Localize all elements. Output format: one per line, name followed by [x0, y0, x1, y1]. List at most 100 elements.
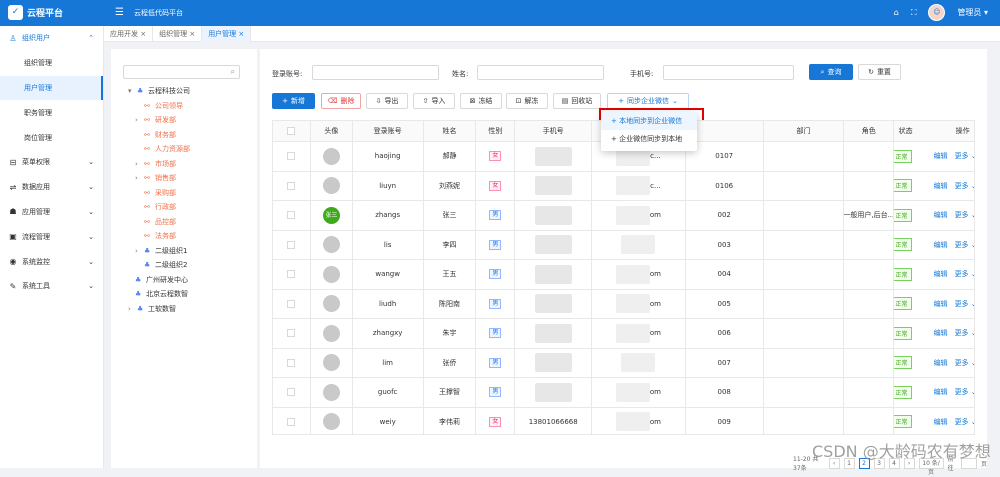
- employee-code-cell: 002: [686, 201, 764, 230]
- user-name[interactable]: 管理员 ▾: [957, 7, 988, 18]
- edit-link[interactable]: 编辑: [934, 269, 948, 279]
- tree-node[interactable]: ⚯ 法务部: [128, 229, 253, 244]
- tree-node[interactable]: › ⚯ 销售部: [128, 171, 253, 186]
- sidebar-item-post-management[interactable]: 岗位管理: [0, 125, 103, 150]
- select-all-checkbox[interactable]: [287, 127, 296, 135]
- row-checkbox[interactable]: [287, 388, 296, 397]
- row-checkbox[interactable]: [287, 181, 296, 190]
- status-badge: 正常: [894, 149, 912, 163]
- tree-node[interactable]: ⚯ 采购部: [128, 186, 253, 201]
- tree-node[interactable]: ⚯ 人力资源部: [128, 142, 253, 157]
- recycle-bin-button[interactable]: ▤ 回收站: [553, 93, 601, 109]
- sidebar-item-organization-user[interactable]: ♙ 组织用户 ⌃: [0, 26, 103, 51]
- fullscreen-icon[interactable]: ⛶: [911, 8, 917, 18]
- login-account-input[interactable]: [312, 65, 439, 80]
- table-row: 张三 zhangs 张三 男 om 002 一般用户,后台... 正常 编辑 更多 …: [273, 201, 974, 231]
- page-tabs: 应用开发 × 组织管理 × 用户管理 ×: [104, 26, 1000, 42]
- status-badge: 正常: [894, 415, 912, 429]
- sidebar-item-system-monitor[interactable]: ◉ 系统监控 ⌄: [0, 249, 103, 274]
- edit-link[interactable]: 编辑: [934, 240, 948, 250]
- import-button[interactable]: ⇧ 导入: [413, 93, 455, 109]
- tree-node[interactable]: › ♣ 工软数智: [128, 302, 253, 317]
- sync-wecom-to-local-item[interactable]: + 企业微信同步到本地: [601, 130, 697, 148]
- table-header-cell: 头像: [311, 121, 353, 141]
- freeze-button[interactable]: ⊠ 冻结: [460, 93, 502, 109]
- login-account-cell: weiy: [353, 407, 424, 434]
- tab-app-development[interactable]: 应用开发 ×: [104, 26, 154, 42]
- export-button[interactable]: ⇩ 导出: [366, 93, 408, 109]
- tree-node[interactable]: ♣ 广州研发中心: [128, 273, 253, 288]
- row-checkbox[interactable]: [287, 417, 296, 426]
- tab-user-management[interactable]: 用户管理 ×: [202, 26, 252, 42]
- edit-link[interactable]: 编辑: [934, 299, 948, 309]
- avatar[interactable]: ☺: [928, 4, 946, 21]
- masked-email: [621, 353, 656, 373]
- sidebar-item-menu-permission[interactable]: ⊟ 菜单权限 ⌄: [0, 150, 103, 175]
- more-actions-link[interactable]: 更多 ⌄: [955, 240, 974, 250]
- more-actions-link[interactable]: 更多 ⌄: [955, 387, 974, 397]
- sync-local-to-wecom-item[interactable]: + 本地同步到企业微信: [601, 112, 697, 130]
- more-actions-link[interactable]: 更多 ⌄: [955, 358, 974, 368]
- role-cell: 一般用户,后台...: [844, 201, 895, 230]
- edit-link[interactable]: 编辑: [934, 387, 948, 397]
- more-actions-link[interactable]: 更多 ⌄: [955, 417, 974, 427]
- chevron-down-icon: ⌄: [88, 232, 94, 241]
- query-button[interactable]: ⌕ 查询: [809, 64, 853, 80]
- home-icon[interactable]: ⌂: [894, 8, 899, 17]
- more-actions-link[interactable]: 更多 ⌄: [955, 210, 974, 220]
- dept-icon: ⚯: [144, 203, 150, 212]
- menu-fold-icon[interactable]: ☰: [115, 7, 124, 18]
- more-actions-link[interactable]: 更多 ⌄: [955, 299, 974, 309]
- row-checkbox[interactable]: [287, 270, 296, 279]
- sidebar-item-app-management[interactable]: ☗ 应用管理 ⌄: [0, 200, 103, 225]
- table-row: liuyn 刘燕妮 女 c... 0106 正常 编辑更多 ⌄: [273, 171, 974, 201]
- edit-link[interactable]: 编辑: [934, 181, 948, 191]
- delete-button[interactable]: ⌫ 删除: [321, 93, 361, 109]
- tree-node[interactable]: ⚯ 行政部: [128, 200, 253, 215]
- sidebar-item-data-app[interactable]: ⇌ 数据应用 ⌄: [0, 175, 103, 200]
- edit-link[interactable]: 编辑: [934, 151, 948, 161]
- name-input[interactable]: [477, 65, 604, 80]
- sidebar-item-system-tools[interactable]: ✎ 系统工具 ⌄: [0, 274, 103, 299]
- edit-link[interactable]: 编辑: [934, 358, 948, 368]
- tab-org-management[interactable]: 组织管理 ×: [153, 26, 203, 42]
- row-checkbox[interactable]: [287, 152, 296, 161]
- sidebar-item-org-management[interactable]: 组织管理: [0, 51, 103, 76]
- email-tail: om: [649, 417, 661, 426]
- tree-node[interactable]: ♣ 二级组织2: [128, 258, 253, 273]
- row-checkbox[interactable]: [287, 299, 296, 308]
- tree-node[interactable]: ⚯ 财务部: [128, 128, 253, 143]
- sidebar-item-position-management[interactable]: 职务管理: [0, 100, 103, 125]
- app-logo[interactable]: ✓ 云程平台: [8, 5, 63, 20]
- unfreeze-button[interactable]: ⊡ 解冻: [506, 93, 548, 109]
- sync-wecom-dropdown-button[interactable]: + 同步企业微信 ⌄: [607, 93, 689, 109]
- tree-node-company[interactable]: ▾ ♣ 云程科技公司: [128, 84, 253, 99]
- name-cell: 陈阳南: [424, 289, 477, 318]
- tree-node[interactable]: › ♣ 二级组织1: [128, 244, 253, 259]
- row-checkbox[interactable]: [287, 240, 296, 249]
- tree-node[interactable]: › ⚯ 研发部: [128, 113, 253, 128]
- more-actions-link[interactable]: 更多 ⌄: [955, 269, 974, 279]
- tree-node[interactable]: ⚯ 品控部: [128, 215, 253, 230]
- more-actions-link[interactable]: 更多 ⌄: [955, 151, 974, 161]
- phone-input[interactable]: [663, 65, 794, 80]
- edit-link[interactable]: 编辑: [934, 417, 948, 427]
- search-icon: ⌕: [820, 67, 825, 76]
- row-checkbox[interactable]: [287, 211, 296, 220]
- sidebar-item-process-management[interactable]: ▣ 流程管理 ⌄: [0, 224, 103, 249]
- tree-node[interactable]: ⚯ 公司领导: [128, 99, 253, 114]
- row-checkbox[interactable]: [287, 358, 296, 367]
- more-actions-link[interactable]: 更多 ⌄: [955, 328, 974, 338]
- tree-search-input[interactable]: ⌕: [123, 65, 240, 79]
- more-actions-link[interactable]: 更多 ⌄: [955, 181, 974, 191]
- employee-code-cell: 008: [686, 378, 764, 407]
- tree-node[interactable]: ♣ 北京云程数智: [128, 287, 253, 302]
- tree-node[interactable]: › ⚯ 市场部: [128, 157, 253, 172]
- edit-link[interactable]: 编辑: [934, 210, 948, 220]
- reset-button[interactable]: ↻ 重置: [858, 64, 901, 80]
- add-button[interactable]: + 新增: [272, 93, 315, 109]
- employee-code-cell: 0107: [686, 142, 764, 171]
- edit-link[interactable]: 编辑: [934, 328, 948, 338]
- sidebar-item-user-management[interactable]: 用户管理: [0, 75, 103, 101]
- row-checkbox[interactable]: [287, 329, 296, 338]
